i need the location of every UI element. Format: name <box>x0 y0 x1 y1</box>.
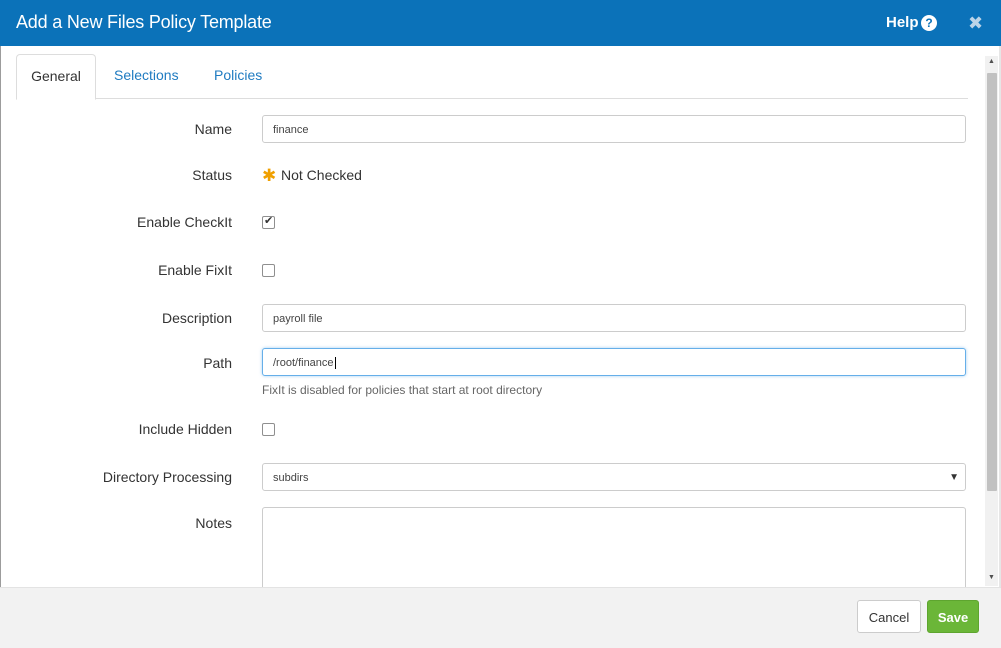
scroll-up-icon[interactable]: ▲ <box>988 58 995 65</box>
notes-textarea[interactable] <box>262 507 966 597</box>
help-icon[interactable]: ? <box>921 15 937 31</box>
path-input[interactable]: /root/finance <box>262 348 966 376</box>
tab-selections[interactable]: Selections <box>114 54 179 97</box>
enable-checkit-label: Enable CheckIt <box>137 214 232 230</box>
name-value: finance <box>273 124 309 136</box>
close-icon[interactable]: ✖ <box>968 13 983 34</box>
text-cursor <box>334 357 336 370</box>
status-label: Status <box>192 167 232 183</box>
name-label: Name <box>194 121 232 137</box>
enable-fixit-label: Enable FixIt <box>158 262 232 278</box>
tab-general[interactable]: General <box>16 54 96 100</box>
dialog-border <box>0 46 1 587</box>
description-label: Description <box>161 310 232 326</box>
include-hidden-label: Include Hidden <box>138 421 232 437</box>
name-input[interactable]: finance <box>262 115 966 143</box>
description-input[interactable]: payroll file <box>262 304 966 332</box>
checkmark-icon: ✔ <box>264 215 274 227</box>
scroll-down-icon[interactable]: ▼ <box>988 574 995 581</box>
tab-bar: General Selections Policies <box>16 54 968 100</box>
scrollbar-thumb[interactable] <box>987 73 997 491</box>
directory-processing-value: subdirs <box>273 472 309 484</box>
tab-policies[interactable]: Policies <box>214 54 262 97</box>
dialog-footer: Cancel Save <box>0 587 1001 648</box>
dialog-title: Add a New Files Policy Template <box>16 12 272 32</box>
directory-processing-label: Directory Processing <box>102 469 232 485</box>
description-value: payroll file <box>273 313 323 325</box>
dropdown-arrow-icon: ▼ <box>949 472 959 483</box>
asterisk-icon: ✱ <box>262 166 277 185</box>
notes-label: Notes <box>195 515 232 531</box>
help-link[interactable]: Help <box>886 14 919 31</box>
directory-processing-select[interactable]: subdirs ▼ <box>262 463 966 491</box>
include-hidden-checkbox[interactable] <box>262 423 275 436</box>
dialog-header: Add a New Files Policy Template Help ? ✖ <box>0 0 1001 46</box>
enable-checkit-checkbox[interactable]: ✔ <box>262 215 275 229</box>
path-value: /root/finance <box>273 357 334 369</box>
status-value: Not Checked <box>281 167 362 183</box>
cancel-button[interactable]: Cancel <box>857 600 921 633</box>
path-label: Path <box>203 355 232 371</box>
path-help-text: FixIt is disabled for policies that star… <box>262 383 543 397</box>
enable-fixit-checkbox[interactable] <box>262 264 275 277</box>
save-button[interactable]: Save <box>927 600 979 633</box>
